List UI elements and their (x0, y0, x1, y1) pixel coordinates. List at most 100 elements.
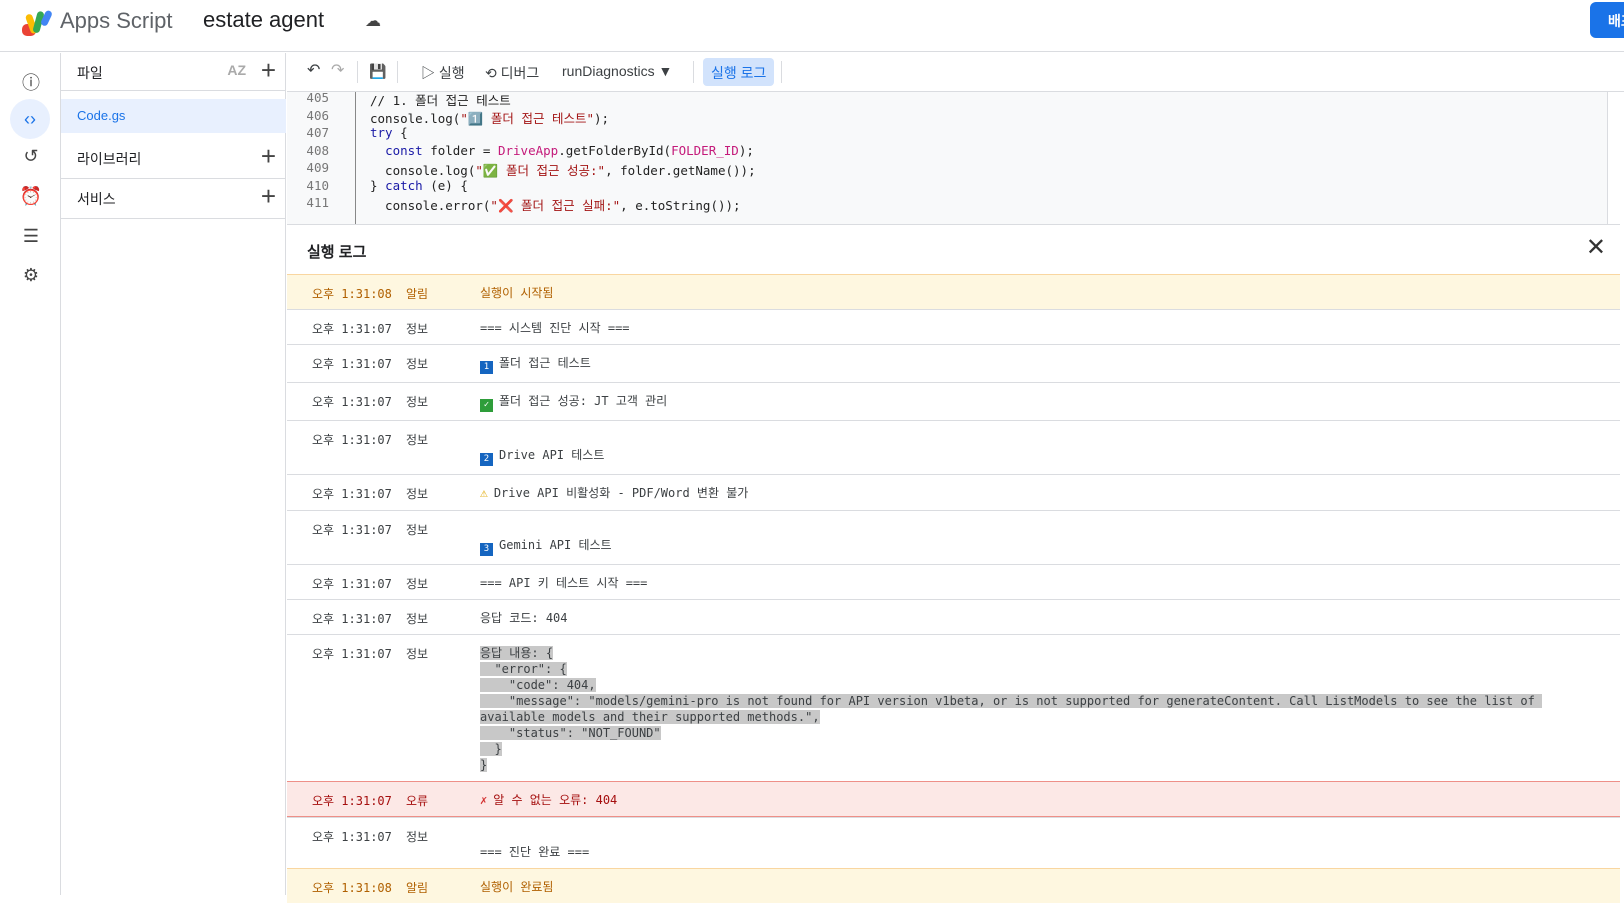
keycap-1-icon: 1 (480, 361, 493, 374)
debug-button[interactable]: ⟲ 디버그 (485, 63, 539, 83)
log-level: 알림 (406, 881, 429, 895)
editor-scrollbar[interactable] (1607, 92, 1624, 224)
log-rows: 오후 1:31:08 알림 실행이 시작됨 오후 1:31:07 정보 === 시스템 진… (287, 274, 1620, 903)
code-text: // 1. 폴더 접근 테스트 (370, 93, 511, 108)
close-icon[interactable]: ✕ (1586, 233, 1606, 262)
log-time: 오후 1:31:07 (312, 830, 392, 844)
log-message: 실행이 완료됨 (480, 869, 1560, 903)
add-service-button[interactable]: + (261, 181, 276, 212)
log-message: 응답 내용: { "error": { "code": 404, "messag… (480, 635, 1560, 781)
history-icon[interactable]: ↺ (14, 139, 48, 173)
redo-icon[interactable]: ↷ (331, 60, 344, 80)
log-time: 오후 1:31:07 (312, 487, 392, 501)
log-message-text: === 시스템 진단 시작 === (480, 321, 630, 335)
log-level: 정보 (406, 395, 429, 409)
code-line[interactable]: 411 console.error("❌ 폴더 접근 실패:", e.toStr… (287, 195, 1587, 213)
log-message: === API 키 테스트 시작 === (480, 565, 1560, 599)
libraries-label: 라이브러리 (77, 151, 142, 167)
log-row: 오후 1:31:07 정보 === 진단 완료 === (287, 817, 1620, 868)
log-row: 오후 1:31:07 오류 ✗ 알 수 없는 오류: 404 (287, 781, 1620, 817)
files-title: 파일 (77, 65, 103, 81)
libraries-section: 라이브러리 + (61, 139, 286, 179)
file-item-code-gs[interactable]: Code.gs (61, 99, 286, 133)
log-time: 오후 1:31:07 (312, 395, 392, 409)
app-name: Apps Script (60, 8, 173, 33)
add-library-button[interactable]: + (261, 141, 276, 172)
code-line[interactable]: 408 const folder = DriveApp.getFolderByI… (287, 143, 1587, 161)
code-line[interactable]: 405 // 1. 폴더 접근 테스트 (287, 92, 1587, 108)
log-row: 오후 1:31:07 정보 === 시스템 진단 시작 === (287, 309, 1620, 344)
execution-log-title: 실행 로그 (307, 244, 367, 261)
undo-icon[interactable]: ↶ (307, 60, 320, 80)
log-row: 오후 1:31:07 정보 1 폴더 접근 테스트 (287, 344, 1620, 382)
code-line[interactable]: 406 console.log("1️⃣ 폴더 접근 테스트"); (287, 108, 1587, 126)
code-line[interactable]: 409 console.log("✅ 폴더 접근 성공:", folder.ge… (287, 160, 1587, 178)
add-file-button[interactable]: + (261, 55, 276, 86)
log-level: 알림 (406, 287, 429, 301)
keycap-2-icon: 2 (480, 453, 493, 466)
log-message-text: Gemini API 테스트 (499, 538, 612, 552)
line-number: 410 (306, 177, 329, 193)
log-message: === 진단 완료 === (480, 818, 1560, 868)
log-message-text: 응답 내용: { "error": { "code": 404, "messag… (480, 646, 1543, 772)
log-message: 1 폴더 접근 테스트 (480, 345, 1560, 382)
cross-icon: ✗ (480, 793, 488, 807)
log-time: 오후 1:31:07 (312, 357, 392, 371)
apps-script-logo-icon (22, 10, 52, 36)
executions-icon[interactable]: ☰ (14, 219, 48, 253)
log-row: 오후 1:31:08 알림 실행이 완료됨 (287, 868, 1620, 903)
log-level: 오류 (406, 794, 429, 808)
log-message: ✓ 폴더 접근 성공: JT 고객 관리 (480, 383, 1560, 420)
log-level: 정보 (406, 577, 429, 591)
left-nav-rail: ⓘ ‹› ↺ ⏰ ☰ ⚙ (0, 53, 61, 895)
log-level: 정보 (406, 357, 429, 371)
save-icon[interactable]: 💾 (369, 63, 386, 80)
settings-gear-icon[interactable]: ⚙ (14, 258, 48, 292)
log-message: ✗ 알 수 없는 오류: 404 (480, 782, 1560, 816)
log-level: 정보 (406, 487, 429, 501)
line-number: 406 (306, 107, 329, 123)
files-panel: 파일 AZ + Code.gs 라이브러리 + 서비스 + (61, 53, 286, 895)
line-number: 408 (306, 142, 329, 158)
log-message: ⚠ Drive API 비활성화 - PDF/Word 변환 불가 (480, 475, 1560, 510)
chevron-down-icon: ▼ (658, 63, 673, 79)
run-button[interactable]: ▷ 실행 (421, 63, 465, 83)
log-row: 오후 1:31:07 정보 ⚠ Drive API 비활성화 - PDF/Word 변… (287, 474, 1620, 510)
log-message-text: === API 키 테스트 시작 === (480, 576, 648, 590)
function-select[interactable]: runDiagnostics ▼ (562, 63, 672, 79)
services-section: 서비스 + (61, 179, 286, 219)
info-icon[interactable]: ⓘ (14, 65, 48, 99)
check-icon: ✓ (480, 399, 493, 412)
keycap-3-icon: 3 (480, 543, 493, 556)
code-text: try { (370, 125, 408, 140)
divider (781, 61, 782, 83)
log-row: 오후 1:31:07 정보 === API 키 테스트 시작 === (287, 564, 1620, 599)
line-number: 409 (306, 160, 329, 175)
divider (357, 61, 358, 83)
code-text: console.log("1️⃣ 폴더 접근 테스트"); (370, 110, 610, 126)
code-line[interactable]: 407 try { (287, 125, 1587, 143)
function-name: runDiagnostics (562, 63, 655, 79)
log-message-text: 실행이 완료됨 (480, 880, 554, 894)
log-time: 오후 1:31:07 (312, 523, 392, 537)
log-row: 오후 1:31:07 정보 응답 코드: 404 (287, 599, 1620, 634)
log-row: 오후 1:31:07 정보 2 Drive API 테스트 (287, 420, 1620, 474)
deploy-button[interactable]: 배포 (1590, 2, 1624, 38)
log-row: 오후 1:31:07 정보 ✓ 폴더 접근 성공: JT 고객 관리 (287, 382, 1620, 420)
cloud-saved-icon: ☁ (365, 13, 381, 30)
log-message-text: 응답 코드: 404 (480, 611, 568, 625)
code-line[interactable]: 410} catch (e) { (287, 178, 1587, 196)
editor-code-icon[interactable]: ‹› (10, 99, 50, 139)
line-number: 411 (306, 195, 329, 210)
log-row: 오후 1:31:08 알림 실행이 시작됨 (287, 274, 1620, 309)
project-title[interactable]: estate agent (203, 7, 324, 33)
log-time: 오후 1:31:08 (312, 881, 392, 895)
log-time: 오후 1:31:07 (312, 322, 392, 336)
log-message-text: Drive API 비활성화 - PDF/Word 변환 불가 (493, 486, 749, 500)
code-editor[interactable]: 405 // 1. 폴더 접근 테스트 406 console.log("1️⃣ 폴더… (287, 92, 1607, 224)
execution-log-button[interactable]: 실행 로그 (703, 58, 775, 86)
log-level: 정보 (406, 433, 429, 447)
sort-az-icon[interactable]: AZ (227, 62, 246, 78)
log-level: 정보 (406, 612, 429, 626)
triggers-alarm-icon[interactable]: ⏰ (14, 179, 48, 213)
